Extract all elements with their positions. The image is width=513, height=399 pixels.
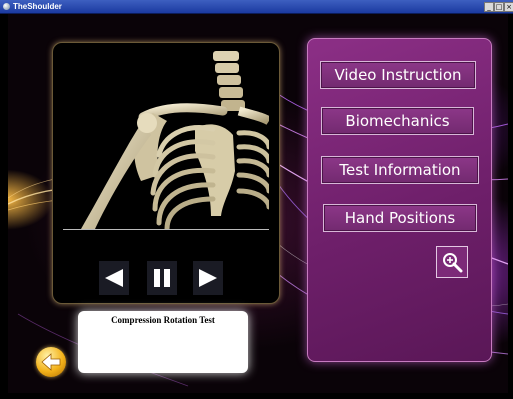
shoulder-skeleton-image xyxy=(63,51,269,229)
video-floor-line xyxy=(63,229,269,230)
zoom-button[interactable] xyxy=(436,246,468,278)
pause-icon xyxy=(154,269,170,287)
menu-panel: Video Instruction Biomechanics Test Info… xyxy=(307,38,492,362)
pause-button[interactable] xyxy=(147,261,177,295)
window-title: TheShoulder xyxy=(13,2,62,11)
triangle-left-icon xyxy=(105,269,123,287)
test-description-box: Compression Rotation Test xyxy=(78,311,248,373)
minimize-button[interactable]: _ xyxy=(484,2,494,12)
triangle-right-icon xyxy=(199,269,217,287)
back-button[interactable] xyxy=(36,347,66,377)
test-information-button[interactable]: Test Information xyxy=(321,156,479,184)
main-content: Compression Rotation Test Video Instruct… xyxy=(8,14,508,393)
app-window: TheShoulder _ □ × Compression Rotation T… xyxy=(0,0,513,399)
video-panel xyxy=(52,42,280,304)
title-bar: TheShoulder _ □ × xyxy=(0,0,513,14)
maximize-button[interactable]: □ xyxy=(494,2,504,12)
hand-positions-button[interactable]: Hand Positions xyxy=(323,204,477,232)
previous-button[interactable] xyxy=(99,261,129,295)
test-title: Compression Rotation Test xyxy=(111,315,215,325)
magnifier-plus-icon xyxy=(443,253,463,273)
video-instruction-button[interactable]: Video Instruction xyxy=(320,61,476,89)
biomechanics-button[interactable]: Biomechanics xyxy=(321,107,474,135)
close-button[interactable]: × xyxy=(504,2,513,12)
app-icon xyxy=(3,3,10,10)
play-button[interactable] xyxy=(193,261,223,295)
arrow-left-icon xyxy=(41,353,61,371)
